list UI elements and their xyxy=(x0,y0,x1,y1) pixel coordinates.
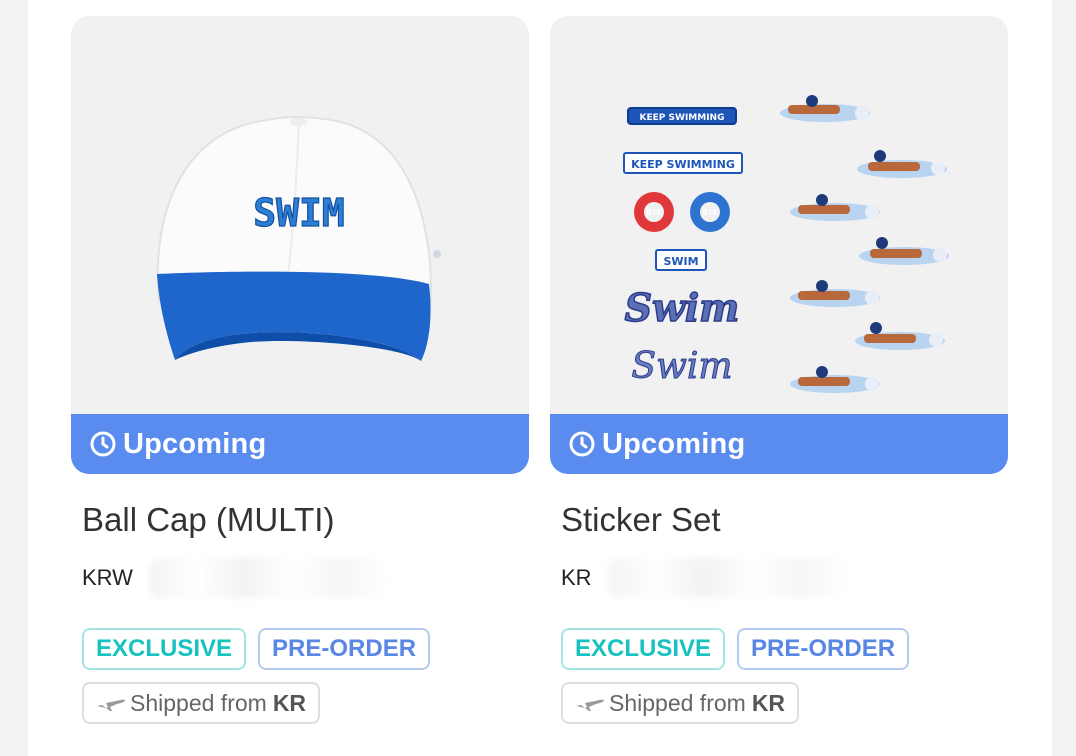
status-label: Upcoming xyxy=(602,427,746,460)
shipping-prefix: Shipped from xyxy=(609,689,746,716)
product-title[interactable]: Ball Cap (MULTI) xyxy=(82,500,529,540)
badge-row: EXCLUSIVE PRE-ORDER xyxy=(561,628,1008,670)
price-redacted xyxy=(607,558,848,598)
price-row: KR xyxy=(561,558,1008,598)
cap-swim-text: SWIM xyxy=(253,191,345,235)
shipping-prefix: Shipped from xyxy=(130,689,267,716)
swimmer-sticker xyxy=(855,322,945,350)
product-card-ball-cap[interactable]: SWIM Upcoming Ball Cap (MULTI) KRW EXCLU… xyxy=(71,16,529,724)
sticker-bts-1: BTS xyxy=(646,209,661,217)
sticker-swim-script-1: Swim xyxy=(625,285,740,330)
status-label: Upcoming xyxy=(123,427,267,460)
airplane-icon xyxy=(97,699,125,711)
preorder-badge: PRE-ORDER xyxy=(737,628,910,670)
exclusive-badge: EXCLUSIVE xyxy=(561,628,726,670)
swimmer-sticker xyxy=(790,280,880,307)
price-currency: KR xyxy=(561,565,592,590)
sticker-set-image: KEEP SWIMMING KEEP SWIMMING BTS BTS SWIM… xyxy=(623,95,949,393)
price-redacted xyxy=(148,558,389,598)
sticker-swim-tag: SWIM xyxy=(663,255,698,268)
sticker-bts-2: BTS xyxy=(702,209,717,217)
sticker-keep-swimming-2: KEEP SWIMMING xyxy=(631,158,735,171)
sticker-swim-script-2: Swim xyxy=(631,346,732,387)
badge-row: EXCLUSIVE PRE-ORDER xyxy=(82,628,529,670)
shipping-badge: Shipped from KR xyxy=(82,682,321,724)
preorder-badge: PRE-ORDER xyxy=(258,628,431,670)
swimmer-sticker xyxy=(790,194,880,221)
status-bar: Upcoming xyxy=(550,414,1008,474)
product-thumbnail[interactable]: KEEP SWIMMING KEEP SWIMMING BTS BTS SWIM… xyxy=(550,16,1008,474)
swimmer-sticker xyxy=(859,237,949,265)
ball-cap-image: SWIM xyxy=(156,116,441,361)
clock-icon xyxy=(569,431,595,457)
status-bar: Upcoming xyxy=(71,414,529,474)
sticker-keep-swimming-1: KEEP SWIMMING xyxy=(640,113,725,123)
product-title[interactable]: Sticker Set xyxy=(561,500,1008,540)
clock-icon xyxy=(90,431,116,457)
airplane-icon xyxy=(576,699,604,711)
price-currency: KRW xyxy=(82,565,133,590)
swimmer-sticker xyxy=(857,150,947,178)
price-row: KRW xyxy=(82,558,529,598)
shipping-origin: KR xyxy=(751,689,786,716)
product-grid-panel: SWIM Upcoming Ball Cap (MULTI) KRW EXCLU… xyxy=(28,0,1052,756)
exclusive-badge: EXCLUSIVE xyxy=(82,628,247,670)
swimmer-sticker xyxy=(790,366,880,393)
swimmer-sticker xyxy=(780,95,870,122)
product-thumbnail[interactable]: SWIM Upcoming xyxy=(71,16,529,474)
product-card-sticker-set[interactable]: KEEP SWIMMING KEEP SWIMMING BTS BTS SWIM… xyxy=(550,16,1008,724)
shipping-origin: KR xyxy=(272,689,307,716)
shipping-badge: Shipped from KR xyxy=(561,682,800,724)
